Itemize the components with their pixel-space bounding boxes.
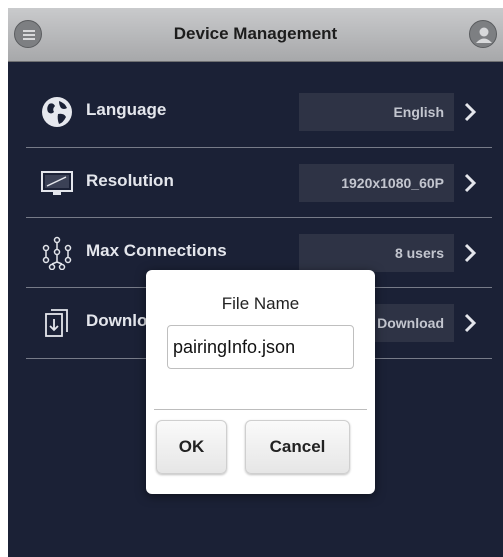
chevron-right-icon[interactable] bbox=[462, 312, 478, 334]
dialog-title: File Name bbox=[221, 294, 300, 313]
ok-button[interactable]: OK bbox=[156, 420, 227, 474]
download-file-icon bbox=[40, 306, 74, 340]
chevron-right-icon[interactable] bbox=[462, 172, 478, 194]
network-icon bbox=[40, 236, 74, 271]
file-name-input[interactable] bbox=[167, 325, 354, 369]
setting-row-resolution[interactable]: Resolution 1920x1080_60P bbox=[26, 147, 492, 217]
cancel-button[interactable]: Cancel bbox=[245, 420, 350, 474]
resolution-value[interactable]: 1920x1080_60P bbox=[299, 164, 454, 202]
dialog-divider bbox=[154, 409, 367, 410]
setting-label: Resolution bbox=[86, 171, 174, 190]
globe-icon bbox=[40, 95, 74, 129]
monitor-icon bbox=[40, 166, 74, 200]
header-bar: Device Management bbox=[8, 8, 503, 62]
chevron-right-icon[interactable] bbox=[462, 242, 478, 264]
setting-label: Language bbox=[86, 100, 167, 119]
setting-label: Max Connections bbox=[86, 241, 227, 260]
user-icon[interactable] bbox=[469, 20, 497, 48]
max-connections-value[interactable]: 8 users bbox=[299, 234, 454, 272]
file-name-dialog: File Name OK Cancel bbox=[146, 270, 375, 494]
language-value[interactable]: English bbox=[299, 93, 454, 131]
chevron-right-icon[interactable] bbox=[462, 101, 478, 123]
page-title: Device Management bbox=[173, 24, 338, 43]
setting-row-language[interactable]: Language English bbox=[26, 76, 492, 146]
